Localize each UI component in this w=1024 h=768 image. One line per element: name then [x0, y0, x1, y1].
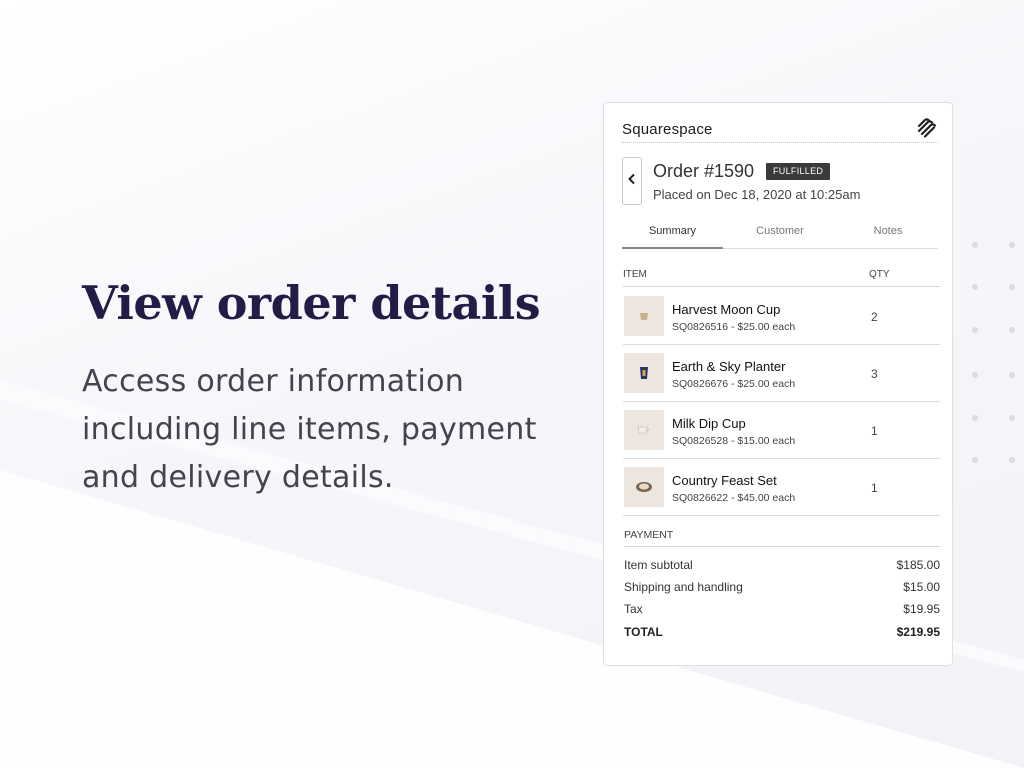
item-sku: SQ0826516 - $25.00 each: [672, 321, 796, 333]
tab-notes[interactable]: Notes: [838, 225, 938, 249]
item-qty: 2: [871, 310, 878, 324]
payment-row-shipping: Shipping and handling $15.00: [624, 580, 940, 596]
column-header-qty: QTY: [869, 269, 890, 280]
item-qty: 1: [871, 481, 878, 495]
item-name: Harvest Moon Cup: [672, 302, 781, 317]
table-row[interactable]: Harvest Moon Cup SQ0826516 - $25.00 each…: [623, 288, 940, 345]
table-row[interactable]: Milk Dip Cup SQ0826528 - $15.00 each 1: [623, 402, 940, 459]
cup-icon: [624, 296, 664, 336]
item-name: Country Feast Set: [672, 473, 777, 488]
payment-label: TOTAL: [624, 625, 663, 639]
chevron-left-icon: [627, 172, 637, 190]
payment-row-tax: Tax $19.95: [624, 602, 940, 618]
table-row[interactable]: Earth & Sky Planter SQ0826676 - $25.00 e…: [623, 345, 940, 402]
order-placed-date: Placed on Dec 18, 2020 at 10:25am: [653, 187, 861, 202]
column-header-item: ITEM: [623, 269, 647, 280]
item-name: Milk Dip Cup: [672, 416, 746, 431]
payment-amount: $219.95: [896, 625, 940, 639]
payment-amount: $19.95: [903, 602, 940, 616]
brand-name: Squarespace: [622, 121, 713, 138]
tab-summary[interactable]: Summary: [622, 225, 723, 249]
payment-row-subtotal: Item subtotal $185.00: [624, 558, 940, 574]
payment-label: Tax: [624, 602, 643, 616]
item-name: Earth & Sky Planter: [672, 359, 786, 374]
item-sku: SQ0826622 - $45.00 each: [672, 492, 796, 504]
card-header: Squarespace: [622, 117, 938, 143]
status-badge: FULFILLED: [766, 163, 831, 180]
payment-label: Item subtotal: [624, 558, 693, 572]
tab-customer[interactable]: Customer: [730, 225, 830, 249]
back-button[interactable]: [622, 157, 642, 205]
payment-label: Shipping and handling: [624, 580, 743, 594]
item-sku: SQ0826676 - $25.00 each: [672, 378, 796, 390]
payment-row-total: TOTAL $219.95: [624, 625, 940, 641]
item-sku: SQ0826528 - $15.00 each: [672, 435, 796, 447]
hero-subtitle: Access order information including line …: [82, 364, 537, 495]
squarespace-logo-icon: [916, 117, 938, 139]
payment-amount: $15.00: [903, 580, 940, 594]
order-tabs: Summary Customer Notes: [622, 223, 938, 249]
cup-icon: [624, 410, 664, 450]
item-qty: 3: [871, 367, 878, 381]
item-qty: 1: [871, 424, 878, 438]
table-row[interactable]: Country Feast Set SQ0826622 - $45.00 eac…: [623, 459, 940, 516]
order-title: Order #1590: [653, 161, 755, 181]
decorative-dot-grid: [972, 242, 1024, 472]
hero-title: View order details: [82, 276, 541, 330]
order-card: Squarespace Order #1590 FULFILLED Placed…: [603, 102, 953, 666]
bowl-icon: [624, 467, 664, 507]
payment-heading: PAYMENT: [624, 529, 940, 547]
planter-icon: [624, 353, 664, 393]
payment-amount: $185.00: [896, 558, 940, 572]
items-table-header: ITEM QTY: [623, 269, 940, 287]
